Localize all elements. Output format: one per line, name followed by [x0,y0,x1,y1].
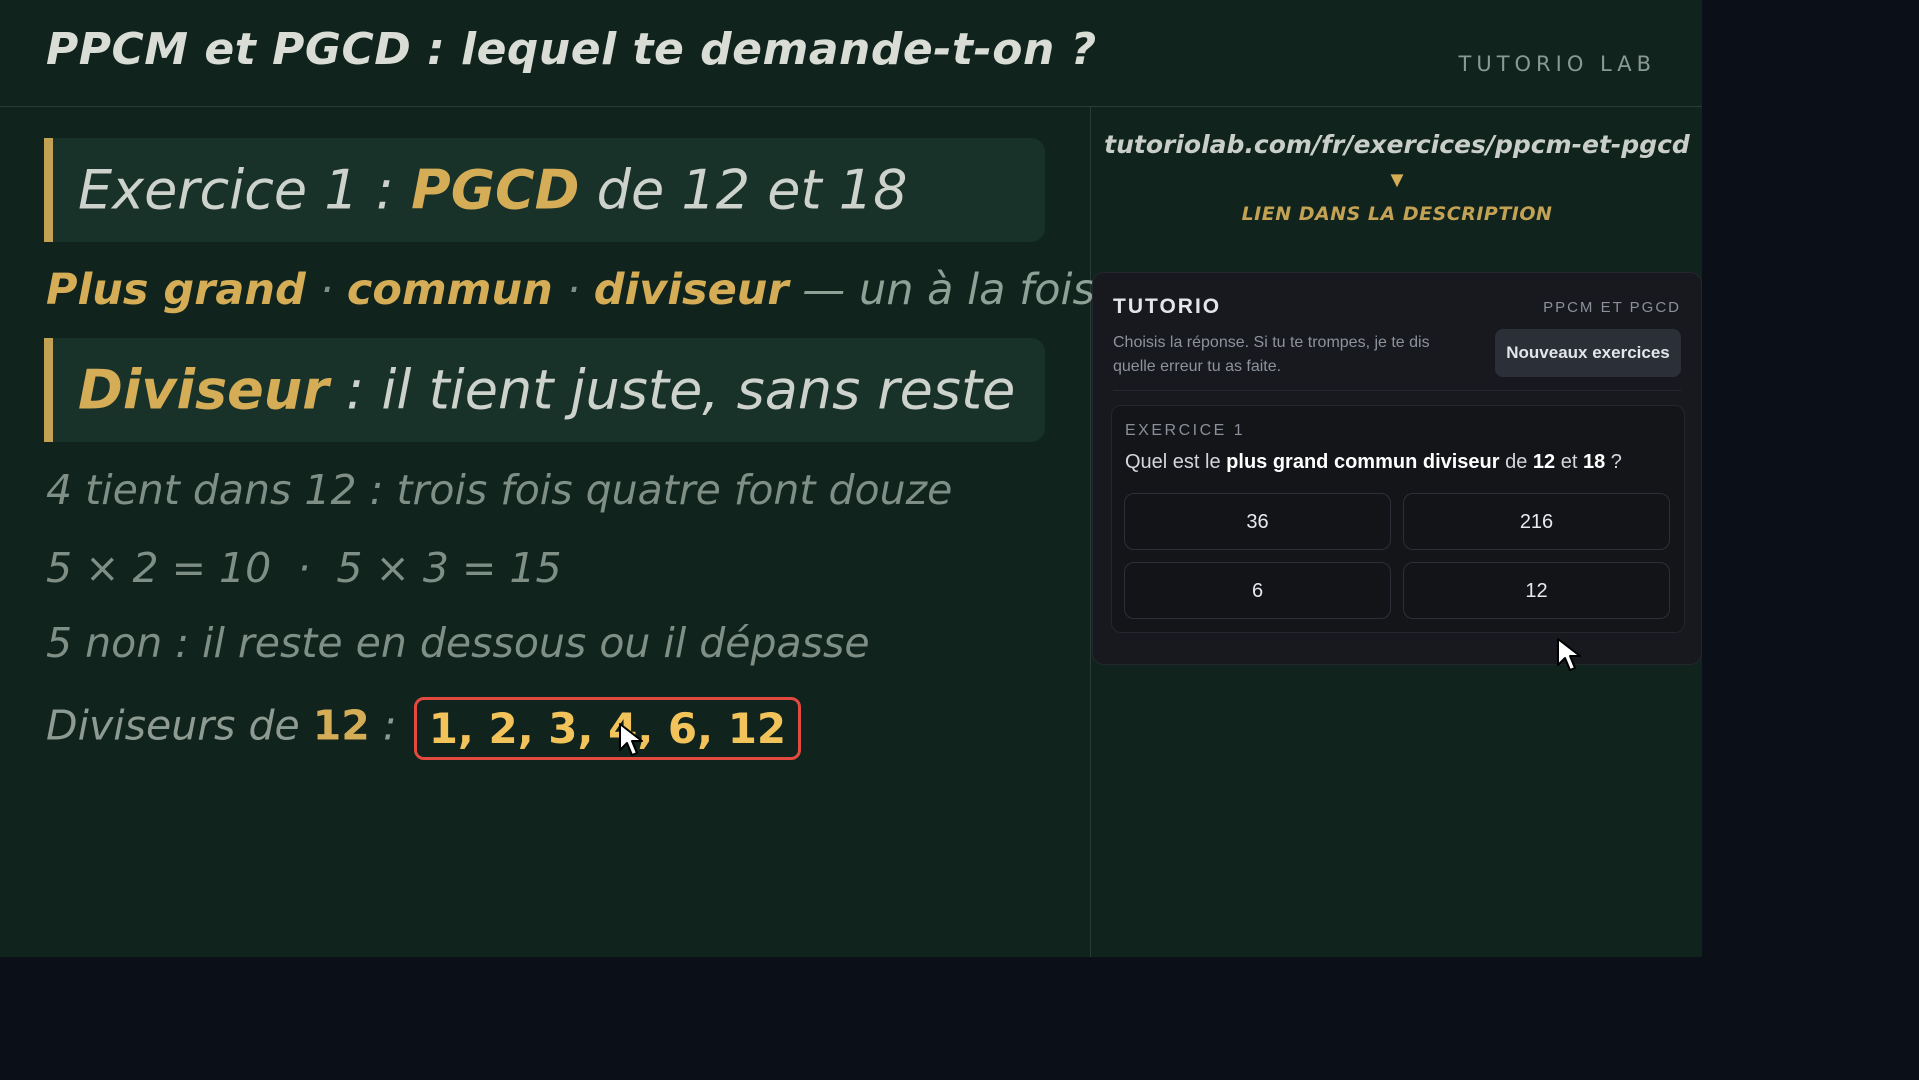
answer-choice-button[interactable]: 12 [1403,562,1670,619]
exercise-header-box: Exercice 1 : PGCD de 12 et 18 [44,138,1045,242]
definition-box: Diviseur : il tient juste, sans reste [44,338,1045,442]
subtitle-sep-2: · [552,265,594,315]
widget-topic-tag: PPCM ET PGCD [1543,299,1681,316]
quiz-question: Quel est le plus grand commun diviseur d… [1125,451,1622,474]
exercise-suffix: de 12 et 18 [579,158,908,222]
top-bar: PPCM et PGCD : lequel te demande-t-on ? … [0,0,1702,107]
video-board: PPCM et PGCD : lequel te demande-t-on ? … [0,0,1702,957]
question-mid: de [1499,451,1533,473]
quiz-label: EXERCICE 1 [1125,422,1246,439]
widget-description: Choisis la réponse. Si tu te trompes, je… [1113,334,1430,375]
definition-rest: : il tient juste, sans reste [328,358,1016,422]
divisors-prefix: Diviseurs de [46,701,313,750]
definition-text: Diviseur : il tient juste, sans reste [78,359,1015,422]
exercise-url[interactable]: tutoriolab.com/fr/exercices/ppcm-et-pgcd [1092,130,1702,159]
subtitle-sep-1: · [305,265,347,315]
new-exercises-button[interactable]: Nouveaux exercices [1495,329,1681,377]
quiz-widget: TUTORIO PPCM ET PGCD Choisis la réponse.… [1092,272,1702,665]
divisors-highlight: 1, 2, 3, 4, 6, 12 [413,697,802,760]
brand-label: TUTORIO LAB [1458,52,1656,76]
divisors-line: Diviseurs de 12 : 1, 2, 3, 4, 6, 12 [46,697,802,760]
column-divider [1090,107,1091,957]
question-bold: plus grand commun diviseur [1226,451,1500,473]
mouse-cursor-icon [1557,638,1581,671]
explanation-line-1: 4 tient dans 12 : trois fois quatre font… [46,466,953,514]
mouse-cursor-icon [619,723,643,756]
exercise-prefix: Exercice 1 : [78,158,412,222]
explanation-line-3: 5 non : il reste en dessous ou il dépass… [46,619,870,667]
exercise-keyword: PGCD [411,158,580,222]
explanation-line-2: 5 × 2 = 10 · 5 × 3 = 15 [46,544,562,592]
page-title: PPCM et PGCD : lequel te demande-t-on ? [46,24,1097,75]
question-prefix: Quel est le [1125,451,1227,473]
answer-choice-button[interactable]: 216 [1403,493,1670,550]
subtitle-word-3: diviseur [593,265,789,315]
question-end: ? [1605,451,1622,473]
subtitle-word-1: Plus grand [46,265,306,315]
question-number-b: 18 [1582,451,1606,473]
definition-keyword: Diviseur [78,358,329,422]
widget-divider [1113,390,1681,391]
link-block: tutoriolab.com/fr/exercices/ppcm-et-pgcd… [1092,130,1702,225]
question-and: et [1555,451,1583,473]
quiz-card: EXERCICE 1 Quel est le plus grand commun… [1111,405,1685,633]
subtitle-line: Plus grand · commun · diviseur — un à la… [46,265,1095,315]
widget-title: TUTORIO [1113,295,1222,318]
divisors-number: 12 [312,701,370,750]
exercise-heading: Exercice 1 : PGCD de 12 et 18 [78,159,908,222]
subtitle-word-2: commun [346,265,553,315]
answer-choice-button[interactable]: 36 [1124,493,1391,550]
down-arrow-icon: ▼ [1386,167,1408,192]
subtitle-rest: — un à la fois [788,265,1095,315]
divisors-colon: : [369,701,410,750]
link-note: LIEN DANS LA DESCRIPTION [1241,203,1553,225]
question-number-a: 12 [1532,451,1556,473]
answer-choice-button[interactable]: 6 [1124,562,1391,619]
divisors-label: Diviseurs de 12 : [46,702,410,750]
